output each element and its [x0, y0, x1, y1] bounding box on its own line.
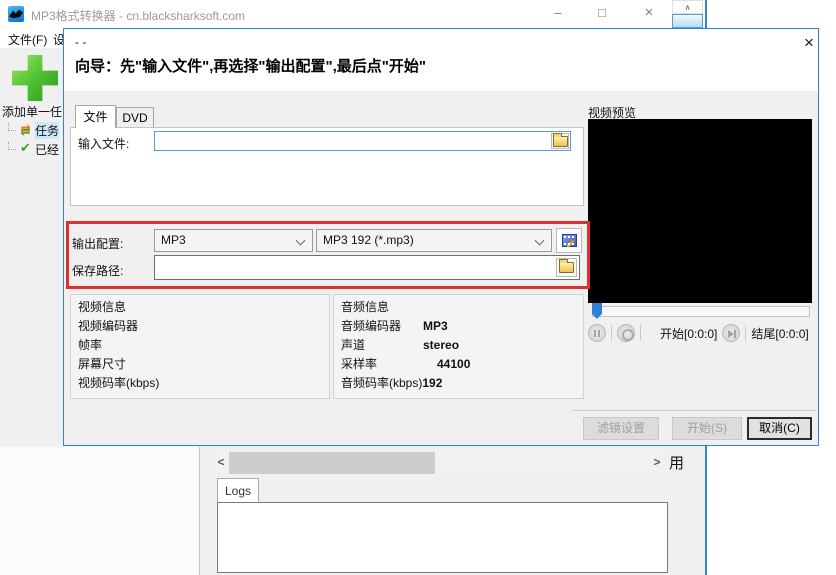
pencil-icon: [565, 239, 575, 248]
info-label: 音频码率(kbps): [341, 376, 423, 390]
menu-file[interactable]: 文件(F): [8, 31, 47, 48]
profile-dropdown[interactable]: MP3 192 (*.mp3): [316, 229, 552, 252]
video-info-group: 视频信息 视频编码器 帧率 屏幕尺寸 视频码率(kbps): [70, 294, 330, 399]
info-label: 帧率: [78, 338, 103, 352]
playback-controls: 开始[0:0:0] 结尾[0:0:0]: [588, 322, 816, 344]
tree-elbow: [8, 123, 16, 131]
input-file-label: 输入文件:: [78, 137, 130, 151]
info-value: MP3: [423, 319, 448, 333]
dialog-body: 文件 DVD 输入文件: 输出配置: MP3 MP3 192 (*.mp3) 保…: [64, 91, 818, 445]
tab-logs[interactable]: Logs: [217, 478, 259, 503]
scroll-left-button[interactable]: <: [213, 452, 229, 474]
pause-button[interactable]: [588, 324, 606, 342]
shark-icon: [9, 9, 23, 19]
chevron-down-icon: [534, 235, 545, 246]
format-dropdown[interactable]: MP3: [154, 229, 313, 252]
browse-save-button[interactable]: [556, 258, 577, 277]
clip-start-label: 开始[0:0:0]: [660, 326, 718, 341]
maximize-button[interactable]: □: [589, 2, 615, 24]
chevron-down-icon: [295, 235, 306, 246]
vertical-scroll-up-button[interactable]: ∧: [672, 0, 703, 14]
separator: [611, 325, 612, 341]
cancel-button[interactable]: 取消(C): [747, 417, 812, 440]
profile-dropdown-value: MP3 192 (*.mp3): [323, 233, 414, 247]
sync-icon: ⇄: [20, 122, 31, 136]
bottom-left-panel: [0, 447, 200, 575]
browse-input-button[interactable]: [551, 132, 569, 149]
tree-item-label[interactable]: 任务: [35, 122, 60, 139]
seek-slider-track[interactable]: [592, 306, 810, 317]
audio-info-title: 音频信息: [341, 300, 390, 314]
format-dropdown-value: MP3: [161, 233, 186, 247]
info-label: 采样率: [341, 357, 378, 371]
tree-item-done[interactable]: ✔ 已经: [0, 139, 63, 158]
tab-dvd[interactable]: DVD: [116, 107, 154, 128]
info-value: stereo: [423, 338, 460, 352]
apply-partial-text: 用: [669, 455, 685, 472]
info-value: 192: [422, 376, 443, 390]
wizard-instruction: 向导：先"输入文件",再选择"输出配置",最后点"开始": [75, 58, 427, 75]
check-icon: ✔: [20, 140, 31, 155]
separator: [745, 325, 747, 341]
footer-separator: [572, 410, 816, 411]
vertical-scroll-thumb[interactable]: [672, 14, 703, 28]
app-icon: [8, 6, 24, 22]
filter-settings-button[interactable]: 滤镜设置: [583, 417, 659, 440]
info-label: 屏幕尺寸: [78, 357, 127, 371]
tab-file[interactable]: 文件: [75, 105, 116, 128]
add-task-label[interactable]: 添加单一任: [2, 103, 63, 120]
horizontal-scroll-thumb[interactable]: [229, 452, 435, 474]
info-value: 44100: [437, 357, 471, 371]
converter-dialog: - - × 向导：先"输入文件",再选择"输出配置",最后点"开始" 文件 DV…: [63, 28, 819, 446]
audio-info-group: 音频信息 音频编码器 MP3 声道 stereo 采样率 44100 音频码率(kbp…: [333, 294, 584, 399]
video-preview-area: [588, 119, 812, 303]
dialog-close-button[interactable]: ×: [799, 33, 819, 53]
separator: [640, 325, 641, 341]
clip-end-label: 结尾[0:0:0]: [751, 326, 809, 341]
set-start-button[interactable]: [722, 324, 741, 342]
save-path-label: 保存路径:: [72, 264, 124, 278]
info-label: 视频码率(kbps): [78, 376, 160, 390]
edit-profile-icon: [561, 234, 577, 248]
open-folder-icon: [552, 132, 568, 147]
save-path-field[interactable]: [154, 255, 580, 280]
dialog-title: - -: [75, 35, 87, 49]
edit-profile-button[interactable]: [556, 228, 582, 253]
tree-item-tasks[interactable]: ⇄ 任务: [0, 120, 63, 139]
main-window-title: MP3格式转换器 - cn.blacksharksoft.com: [31, 9, 246, 23]
info-label: 声道: [341, 338, 366, 352]
input-file-field[interactable]: [154, 131, 571, 151]
stop-button[interactable]: [617, 324, 635, 342]
log-output-box[interactable]: [217, 502, 668, 573]
screen: MP3格式转换器 - cn.blacksharksoft.com – □ × 文…: [0, 0, 836, 575]
scroll-right-button[interactable]: >: [649, 452, 665, 474]
tree-item-label[interactable]: 已经: [35, 141, 59, 158]
output-config-label: 输出配置:: [72, 237, 124, 251]
minimize-button[interactable]: –: [545, 2, 571, 24]
close-button[interactable]: ×: [636, 2, 662, 24]
info-label: 视频编码器: [78, 319, 139, 333]
open-folder-icon: [559, 259, 574, 273]
video-info-title: 视频信息: [78, 300, 127, 314]
info-label: 音频编码器: [341, 319, 402, 333]
horizontal-scrollbar[interactable]: < >: [213, 452, 665, 474]
tree-elbow: [8, 142, 16, 150]
start-button[interactable]: 开始(S): [672, 417, 742, 440]
